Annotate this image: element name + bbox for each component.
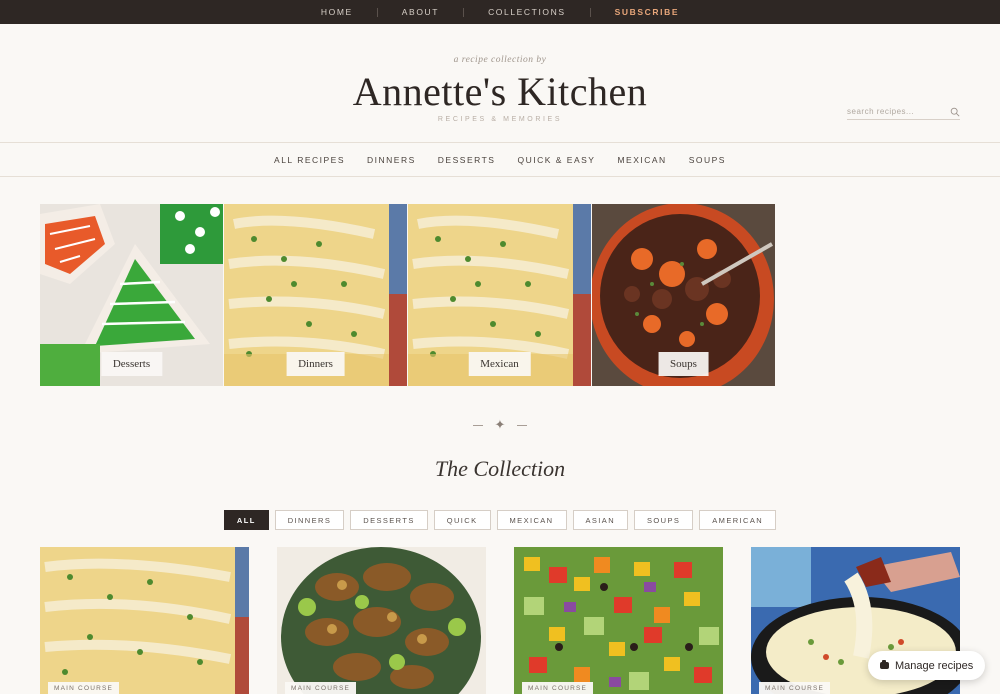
category-tile-soups[interactable]: Soups xyxy=(592,204,775,386)
filter-asian[interactable]: ASIAN xyxy=(572,510,629,530)
category-navigation: ALL RECIPES DINNERS DESSERTS QUICK & EAS… xyxy=(0,143,1000,177)
top-nav: HOME ABOUT COLLECTIONS SUBSCRIBE xyxy=(297,7,703,17)
nav-home-link[interactable]: HOME xyxy=(297,7,377,17)
category-tiles: Desserts Dinners Mexican Soups xyxy=(40,204,775,386)
section-divider: ✦ xyxy=(0,417,1000,433)
tile-label-dinners: Dinners xyxy=(286,352,345,376)
sparkle-icon: ✦ xyxy=(494,417,506,432)
tile-label-mexican: Mexican xyxy=(468,352,531,376)
filter-quick[interactable]: QUICK xyxy=(433,510,491,530)
search-box xyxy=(847,104,960,120)
catnav-mexican[interactable]: MEXICAN xyxy=(617,155,666,165)
nav-about-link[interactable]: ABOUT xyxy=(378,7,463,17)
search-input[interactable] xyxy=(847,107,942,116)
catnav-desserts[interactable]: DESSERTS xyxy=(438,155,496,165)
filter-soups[interactable]: SOUPS xyxy=(634,510,694,530)
filter-mexican[interactable]: MEXICAN xyxy=(496,510,567,530)
recipe-card-grid: MAIN COURSE MAIN COURSE MAIN COURSE MAIN… xyxy=(40,547,960,694)
recipe-course-badge: MAIN COURSE xyxy=(759,682,831,694)
collection-filters: ALL DINNERS DESSERTS QUICK MEXICAN ASIAN… xyxy=(0,510,1000,530)
top-navigation-bar: HOME ABOUT COLLECTIONS SUBSCRIBE xyxy=(0,0,1000,24)
category-tile-dinners[interactable]: Dinners xyxy=(224,204,407,386)
grilled-chicken-image xyxy=(277,547,486,694)
recipe-card[interactable]: MAIN COURSE xyxy=(277,547,486,694)
enchiladas-image xyxy=(40,547,249,694)
catnav-quick-easy[interactable]: QUICK & EASY xyxy=(517,155,595,165)
nav-subscribe-link[interactable]: SUBSCRIBE xyxy=(591,7,703,17)
bean-salad-image xyxy=(514,547,723,694)
recipe-course-badge: MAIN COURSE xyxy=(48,682,120,694)
divider-dash xyxy=(517,424,528,426)
recipe-course-badge: MAIN COURSE xyxy=(522,682,594,694)
filter-desserts[interactable]: DESSERTS xyxy=(350,510,428,530)
masthead: a recipe collection by Annette's Kitchen… xyxy=(0,24,1000,143)
category-tile-mexican[interactable]: Mexican xyxy=(408,204,591,386)
catnav-dinners[interactable]: DINNERS xyxy=(367,155,416,165)
camera-icon xyxy=(880,660,889,669)
collection-title: The Collection xyxy=(434,456,566,481)
recipe-card[interactable]: MAIN COURSE xyxy=(40,547,249,694)
filter-american[interactable]: AMERICAN xyxy=(699,510,777,530)
filter-all[interactable]: ALL xyxy=(223,510,269,530)
divider-dash xyxy=(472,424,483,426)
recipe-card[interactable]: MAIN COURSE xyxy=(514,547,723,694)
category-tile-desserts[interactable]: Desserts xyxy=(40,204,223,386)
nav-collections-link[interactable]: COLLECTIONS xyxy=(464,7,590,17)
tile-label-soups: Soups xyxy=(658,352,709,376)
tile-label-desserts: Desserts xyxy=(100,352,163,376)
catnav-all-recipes[interactable]: ALL RECIPES xyxy=(274,155,345,165)
filter-dinners[interactable]: DINNERS xyxy=(274,510,345,530)
manage-recipes-label: Manage recipes xyxy=(895,659,974,672)
recipe-course-badge: MAIN COURSE xyxy=(285,682,357,694)
manage-recipes-button[interactable]: Manage recipes xyxy=(868,651,986,680)
site-tagline: a recipe collection by xyxy=(453,55,547,65)
search-icon[interactable] xyxy=(950,107,960,117)
catnav-soups[interactable]: SOUPS xyxy=(689,155,726,165)
